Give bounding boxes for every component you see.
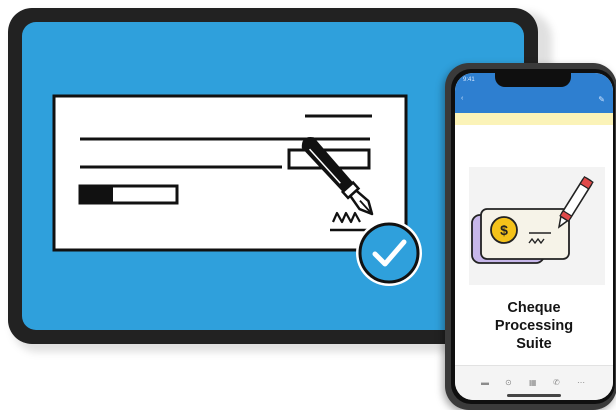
edit-icon[interactable]: ✎: [598, 95, 605, 104]
home-indicator: [507, 394, 561, 397]
phone-tab-bar: ▬ ⊙ ▦ ✆ ⋯: [455, 365, 613, 400]
app-title-line-1: Cheque: [507, 300, 561, 316]
phone-banner: [455, 113, 613, 125]
stage: 9:41 ‹ ✎ $ Cheque Processing Suite ▬ ⊙ ▦…: [0, 0, 616, 410]
phone-screen: 9:41 ‹ ✎ $ Cheque Processing Suite ▬ ⊙ ▦…: [455, 73, 613, 400]
app-title: Cheque Processing Suite: [455, 299, 613, 353]
dollar-icon: $: [490, 216, 518, 244]
dollar-symbol: $: [500, 222, 508, 238]
tab-home-icon[interactable]: ▬: [481, 378, 489, 387]
app-title-line-2: Processing: [494, 318, 574, 334]
phone-notch: [495, 73, 571, 87]
status-time: 9:41: [463, 77, 475, 83]
cheque-app-icon: $: [469, 167, 605, 285]
tab-search-icon[interactable]: ⊙: [505, 378, 512, 387]
tab-phone-icon[interactable]: ✆: [553, 378, 560, 387]
phone-bezel: 9:41 ‹ ✎ $ Cheque Processing Suite ▬ ⊙ ▦…: [451, 69, 615, 404]
phone-device: 9:41 ‹ ✎ $ Cheque Processing Suite ▬ ⊙ ▦…: [445, 63, 616, 410]
tab-more-icon[interactable]: ⋯: [577, 378, 585, 387]
back-button[interactable]: ‹: [461, 95, 463, 102]
app-title-line-3: Suite: [516, 336, 552, 352]
tab-grid-icon[interactable]: ▦: [529, 378, 537, 387]
